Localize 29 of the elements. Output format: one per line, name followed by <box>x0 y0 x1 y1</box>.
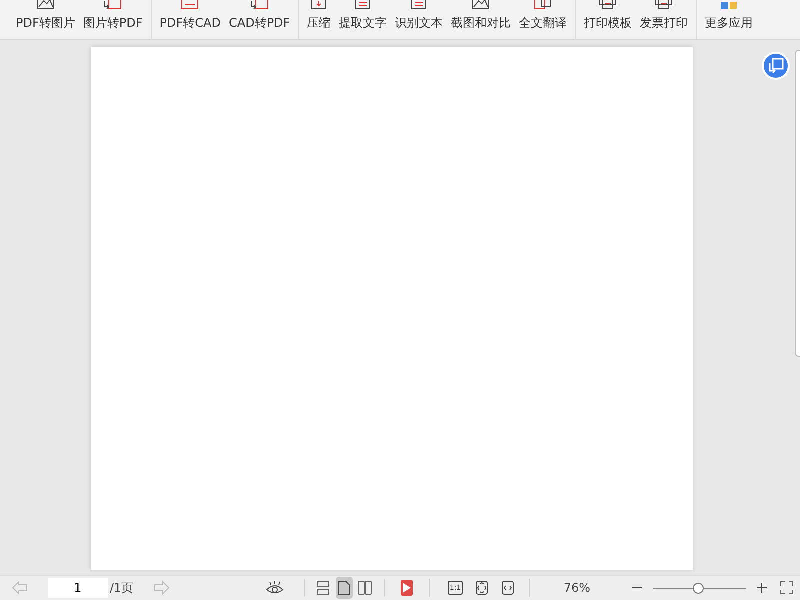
play-button[interactable] <box>400 580 414 596</box>
toolbar-button[interactable]: 压缩 <box>303 0 336 39</box>
two-pages-icon <box>357 580 374 596</box>
eye-icon[interactable] <box>266 580 284 596</box>
toolbar-button[interactable]: CAD转PDF <box>225 0 294 39</box>
page-total: /1页 <box>110 580 134 596</box>
window-icon <box>767 57 785 75</box>
toolbar-button[interactable]: 打印模板 <box>580 0 636 39</box>
view-mode-button[interactable] <box>336 577 353 599</box>
toolbar-button[interactable]: PDF转CAD <box>156 0 225 39</box>
fit-width-icon[interactable] <box>501 580 516 596</box>
fit-page-icon[interactable] <box>475 580 490 596</box>
page-number-field[interactable]: 1 <box>48 578 108 598</box>
continuous-pages-icon <box>316 580 330 596</box>
toolbar-button[interactable]: 更多应用 <box>701 0 758 39</box>
slider-thumb[interactable] <box>693 582 704 594</box>
toolbar-button[interactable]: 提取文字 <box>335 0 392 39</box>
fullscreen-icon[interactable] <box>780 581 794 595</box>
play-icon <box>402 583 411 593</box>
single-page-icon <box>337 580 352 596</box>
toolbar-button[interactable]: 全文翻译 <box>515 0 572 39</box>
toolbar-button[interactable]: 图片转PDF <box>79 0 147 39</box>
floating-action-button[interactable] <box>762 52 790 80</box>
toolbar-button[interactable]: 发票打印 <box>636 0 692 39</box>
toolbar-button[interactable]: 识别文本 <box>391 0 448 39</box>
toolbar-button[interactable]: PDF转图片 <box>12 0 80 39</box>
zoom-in-icon[interactable] <box>756 582 768 594</box>
toolbar-button[interactable]: 截图和对比 <box>447 0 516 39</box>
zoom-percentage: 76% <box>564 581 591 595</box>
